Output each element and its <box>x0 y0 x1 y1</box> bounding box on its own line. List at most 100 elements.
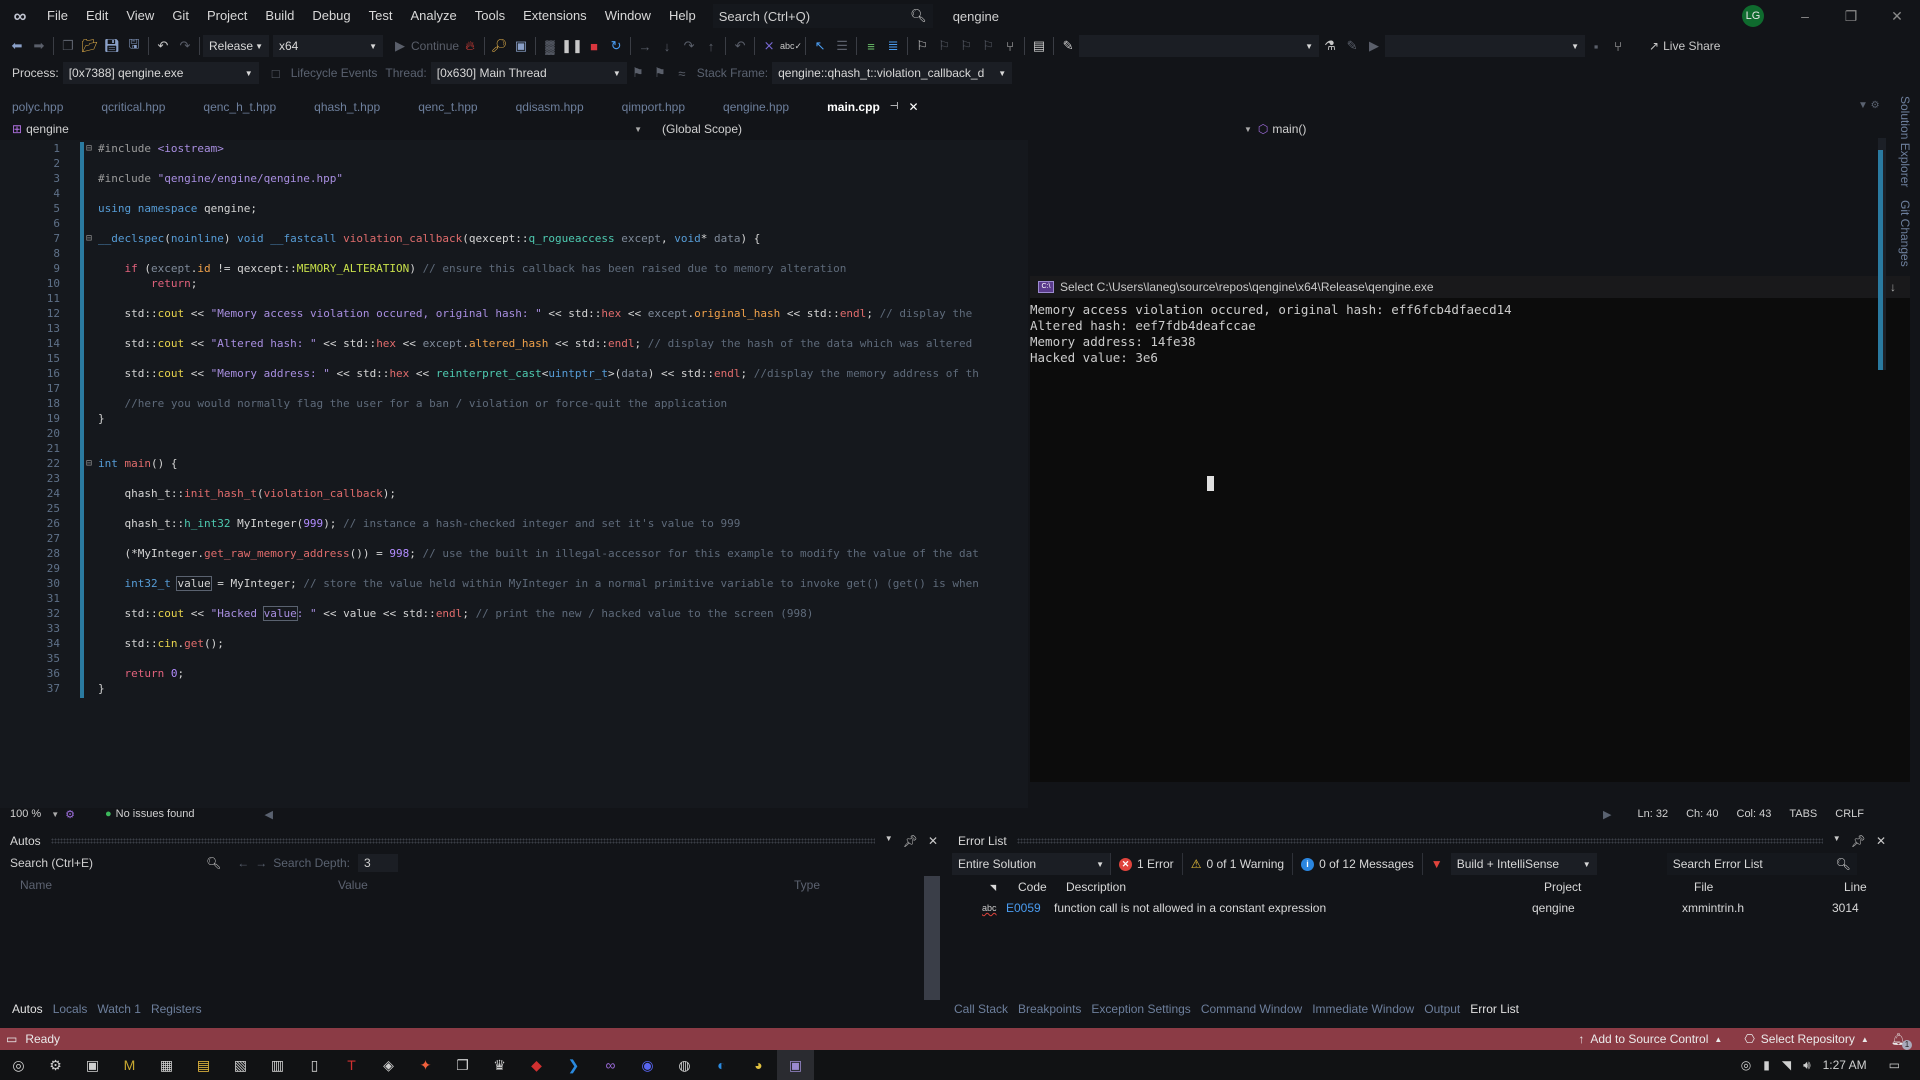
tab-call-stack[interactable]: Call Stack <box>954 1002 1008 1016</box>
column-file[interactable]: File <box>1694 880 1844 894</box>
column-name[interactable]: Name <box>20 878 338 892</box>
scope-dropdown[interactable]: (Global Scope) <box>662 122 1244 136</box>
terminal-icon[interactable]: ▣ <box>74 1050 111 1080</box>
clock[interactable]: 1:27 AM <box>1823 1058 1867 1072</box>
menu-help[interactable]: Help <box>660 0 705 32</box>
tab-exception-settings[interactable]: Exception Settings <box>1091 1002 1190 1016</box>
code-line[interactable]: 8 <box>0 246 1028 261</box>
cortana-icon[interactable]: ◎ <box>0 1050 37 1080</box>
code-line[interactable]: 31 <box>0 591 1028 606</box>
code-editor[interactable]: ⊟ 1 #include <iostream> 2 3 #include "qengine… <box>0 140 1028 808</box>
platform-dropdown[interactable]: x64 ▼ <box>273 35 383 57</box>
tab-main-cpp[interactable]: main.cpp ⊣ ✕ <box>815 96 927 118</box>
caret-up-icon[interactable]: ▲ <box>1861 1035 1869 1044</box>
back-arrow-icon[interactable]: ← <box>237 856 249 870</box>
code-line[interactable]: 19} <box>0 411 1028 426</box>
tab-overflow-icon[interactable]: ▼ ⚙ <box>1858 100 1880 111</box>
settings-icon[interactable]: ⚙ <box>37 1050 74 1080</box>
menu-edit[interactable]: Edit <box>77 0 117 32</box>
tab-qcritical-hpp[interactable]: qcritical.hpp <box>89 96 191 118</box>
issues-status[interactable]: No issues found <box>116 808 195 820</box>
line-number[interactable]: Ln: 32 <box>1637 808 1668 820</box>
code-line[interactable]: 32 std::cout << "Hacked value: " << valu… <box>0 606 1028 621</box>
code-line[interactable]: ⊟ 7 __declspec(noinline) void __fastcall v… <box>0 231 1028 246</box>
search-icon[interactable]: 🔍︎ <box>206 856 221 870</box>
project-dropdown[interactable]: qengine <box>26 122 634 136</box>
column-type[interactable]: Type <box>794 878 820 892</box>
pin-icon[interactable]: 📌︎ <box>903 834 918 848</box>
tab-qhash-t-hpp[interactable]: qhash_t.hpp <box>302 96 406 118</box>
tab-qengine-hpp[interactable]: qengine.hpp <box>711 96 815 118</box>
battery-icon[interactable]: ▮ <box>1763 1058 1770 1072</box>
code-line[interactable]: 26 qhash_t::h_int32 MyInteger(999); // i… <box>0 516 1028 531</box>
code-line[interactable]: 20 <box>0 426 1028 441</box>
code-line[interactable]: 13 <box>0 321 1028 336</box>
column-code[interactable]: Code <box>1018 880 1066 894</box>
collapse-icon[interactable]: ⊟ <box>86 231 92 246</box>
code-line[interactable]: 34 std::cin.get(); <box>0 636 1028 651</box>
code-line[interactable]: 28 (*MyInteger.get_raw_memory_address())… <box>0 546 1028 561</box>
menu-git[interactable]: Git <box>163 0 198 32</box>
panel-menu-icon[interactable]: ▼ <box>1833 834 1841 848</box>
code-line[interactable]: 16 std::cout << "Memory address: " << st… <box>0 366 1028 381</box>
errors-filter-button[interactable]: ✕ 1 Error <box>1110 853 1182 875</box>
filter-toggle-button[interactable]: ▼ <box>1421 853 1451 875</box>
sort-icon[interactable]: ◥ <box>990 883 1018 892</box>
firefox-icon[interactable]: ◐ <box>703 1050 740 1080</box>
step-into-icon[interactable]: ↓ <box>656 35 678 57</box>
live-share-button[interactable]: ↗ Live Share <box>1649 39 1720 53</box>
indent-icon[interactable]: ≡ <box>860 35 882 57</box>
window-layout-icon[interactable]: ▣ <box>510 35 532 57</box>
git-changes-tab[interactable]: Git Changes <box>1898 200 1912 267</box>
collapse-icon[interactable]: ⊟ <box>86 456 92 471</box>
error-code-link[interactable]: E0059 <box>1006 901 1054 915</box>
menu-tools[interactable]: Tools <box>466 0 514 32</box>
small-stop-icon[interactable]: ▪ <box>1585 35 1607 57</box>
git-app-icon[interactable]: ✦ <box>407 1050 444 1080</box>
code-line[interactable]: 27 <box>0 531 1028 546</box>
undo-icon[interactable]: ↶ <box>152 35 174 57</box>
bookmark-icon[interactable]: ⚐ <box>911 35 933 57</box>
code-line[interactable]: ⊟ 1 #include <iostream> <box>0 141 1028 156</box>
indent-mode[interactable]: TABS <box>1789 808 1817 820</box>
code-line[interactable]: 29 <box>0 561 1028 576</box>
tab-command-window[interactable]: Command Window <box>1201 1002 1302 1016</box>
step-out-icon[interactable]: ↑ <box>700 35 722 57</box>
column-project[interactable]: Project <box>1544 880 1694 894</box>
code-line[interactable]: 10 return; <box>0 276 1028 291</box>
redo-icon[interactable]: ↷ <box>174 35 196 57</box>
tab-qdisasm-hpp[interactable]: qdisasm.hpp <box>504 96 610 118</box>
thread-icon[interactable]: ⨯ <box>758 35 780 57</box>
open-file-icon[interactable]: 📂︎ <box>79 35 101 57</box>
hot-reload-icon[interactable]: 🔥︎ <box>459 35 481 57</box>
code-line[interactable]: ⊟ 22 int main() { <box>0 456 1028 471</box>
source-filter-dropdown[interactable]: Build + IntelliSense ▼ <box>1450 853 1597 875</box>
zoom-dropdown-icon[interactable]: ▼ <box>51 810 59 819</box>
tray-circle-icon[interactable]: ◎ <box>1741 1058 1751 1072</box>
code-line[interactable]: 17 <box>0 381 1028 396</box>
tab-immediate-window[interactable]: Immediate Window <box>1312 1002 1414 1016</box>
chili-icon[interactable]: ◆ <box>518 1050 555 1080</box>
close-tab-icon[interactable]: ✕ <box>909 96 919 118</box>
steam-icon[interactable]: ◍ <box>666 1050 703 1080</box>
tab-qenc-h-t-hpp[interactable]: qenc_h_t.hpp <box>191 96 302 118</box>
code-line[interactable]: 36 return 0; <box>0 666 1028 681</box>
code-line[interactable]: 11 <box>0 291 1028 306</box>
stop-icon[interactable]: ■ <box>583 35 605 57</box>
code-line[interactable]: 25 <box>0 501 1028 516</box>
visual-studio-icon[interactable]: ∞ <box>592 1050 629 1080</box>
target-dropdown[interactable]: ▼ <box>1385 35 1586 57</box>
code-line[interactable]: 35 <box>0 651 1028 666</box>
profiler-icon[interactable]: ✎ <box>1057 35 1079 57</box>
column-line[interactable]: Line <box>1844 880 1867 894</box>
zoom-level[interactable]: 100 % <box>10 808 41 820</box>
code-line[interactable]: 18 //here you would normally flag the us… <box>0 396 1028 411</box>
edit-icon[interactable]: ✎ <box>1341 35 1363 57</box>
visual-studio-logo-icon[interactable]: ∞ <box>8 4 32 28</box>
startup-item-dropdown[interactable]: ▼ <box>1079 35 1320 57</box>
next-bookmark-icon[interactable]: ⚐ <box>955 35 977 57</box>
user-avatar[interactable]: LG <box>1742 5 1764 27</box>
connect-icon[interactable]: ⑂ <box>1607 35 1629 57</box>
task-manager-icon[interactable]: ▧ <box>222 1050 259 1080</box>
messages-filter-button[interactable]: i 0 of 12 Messages <box>1292 853 1422 875</box>
